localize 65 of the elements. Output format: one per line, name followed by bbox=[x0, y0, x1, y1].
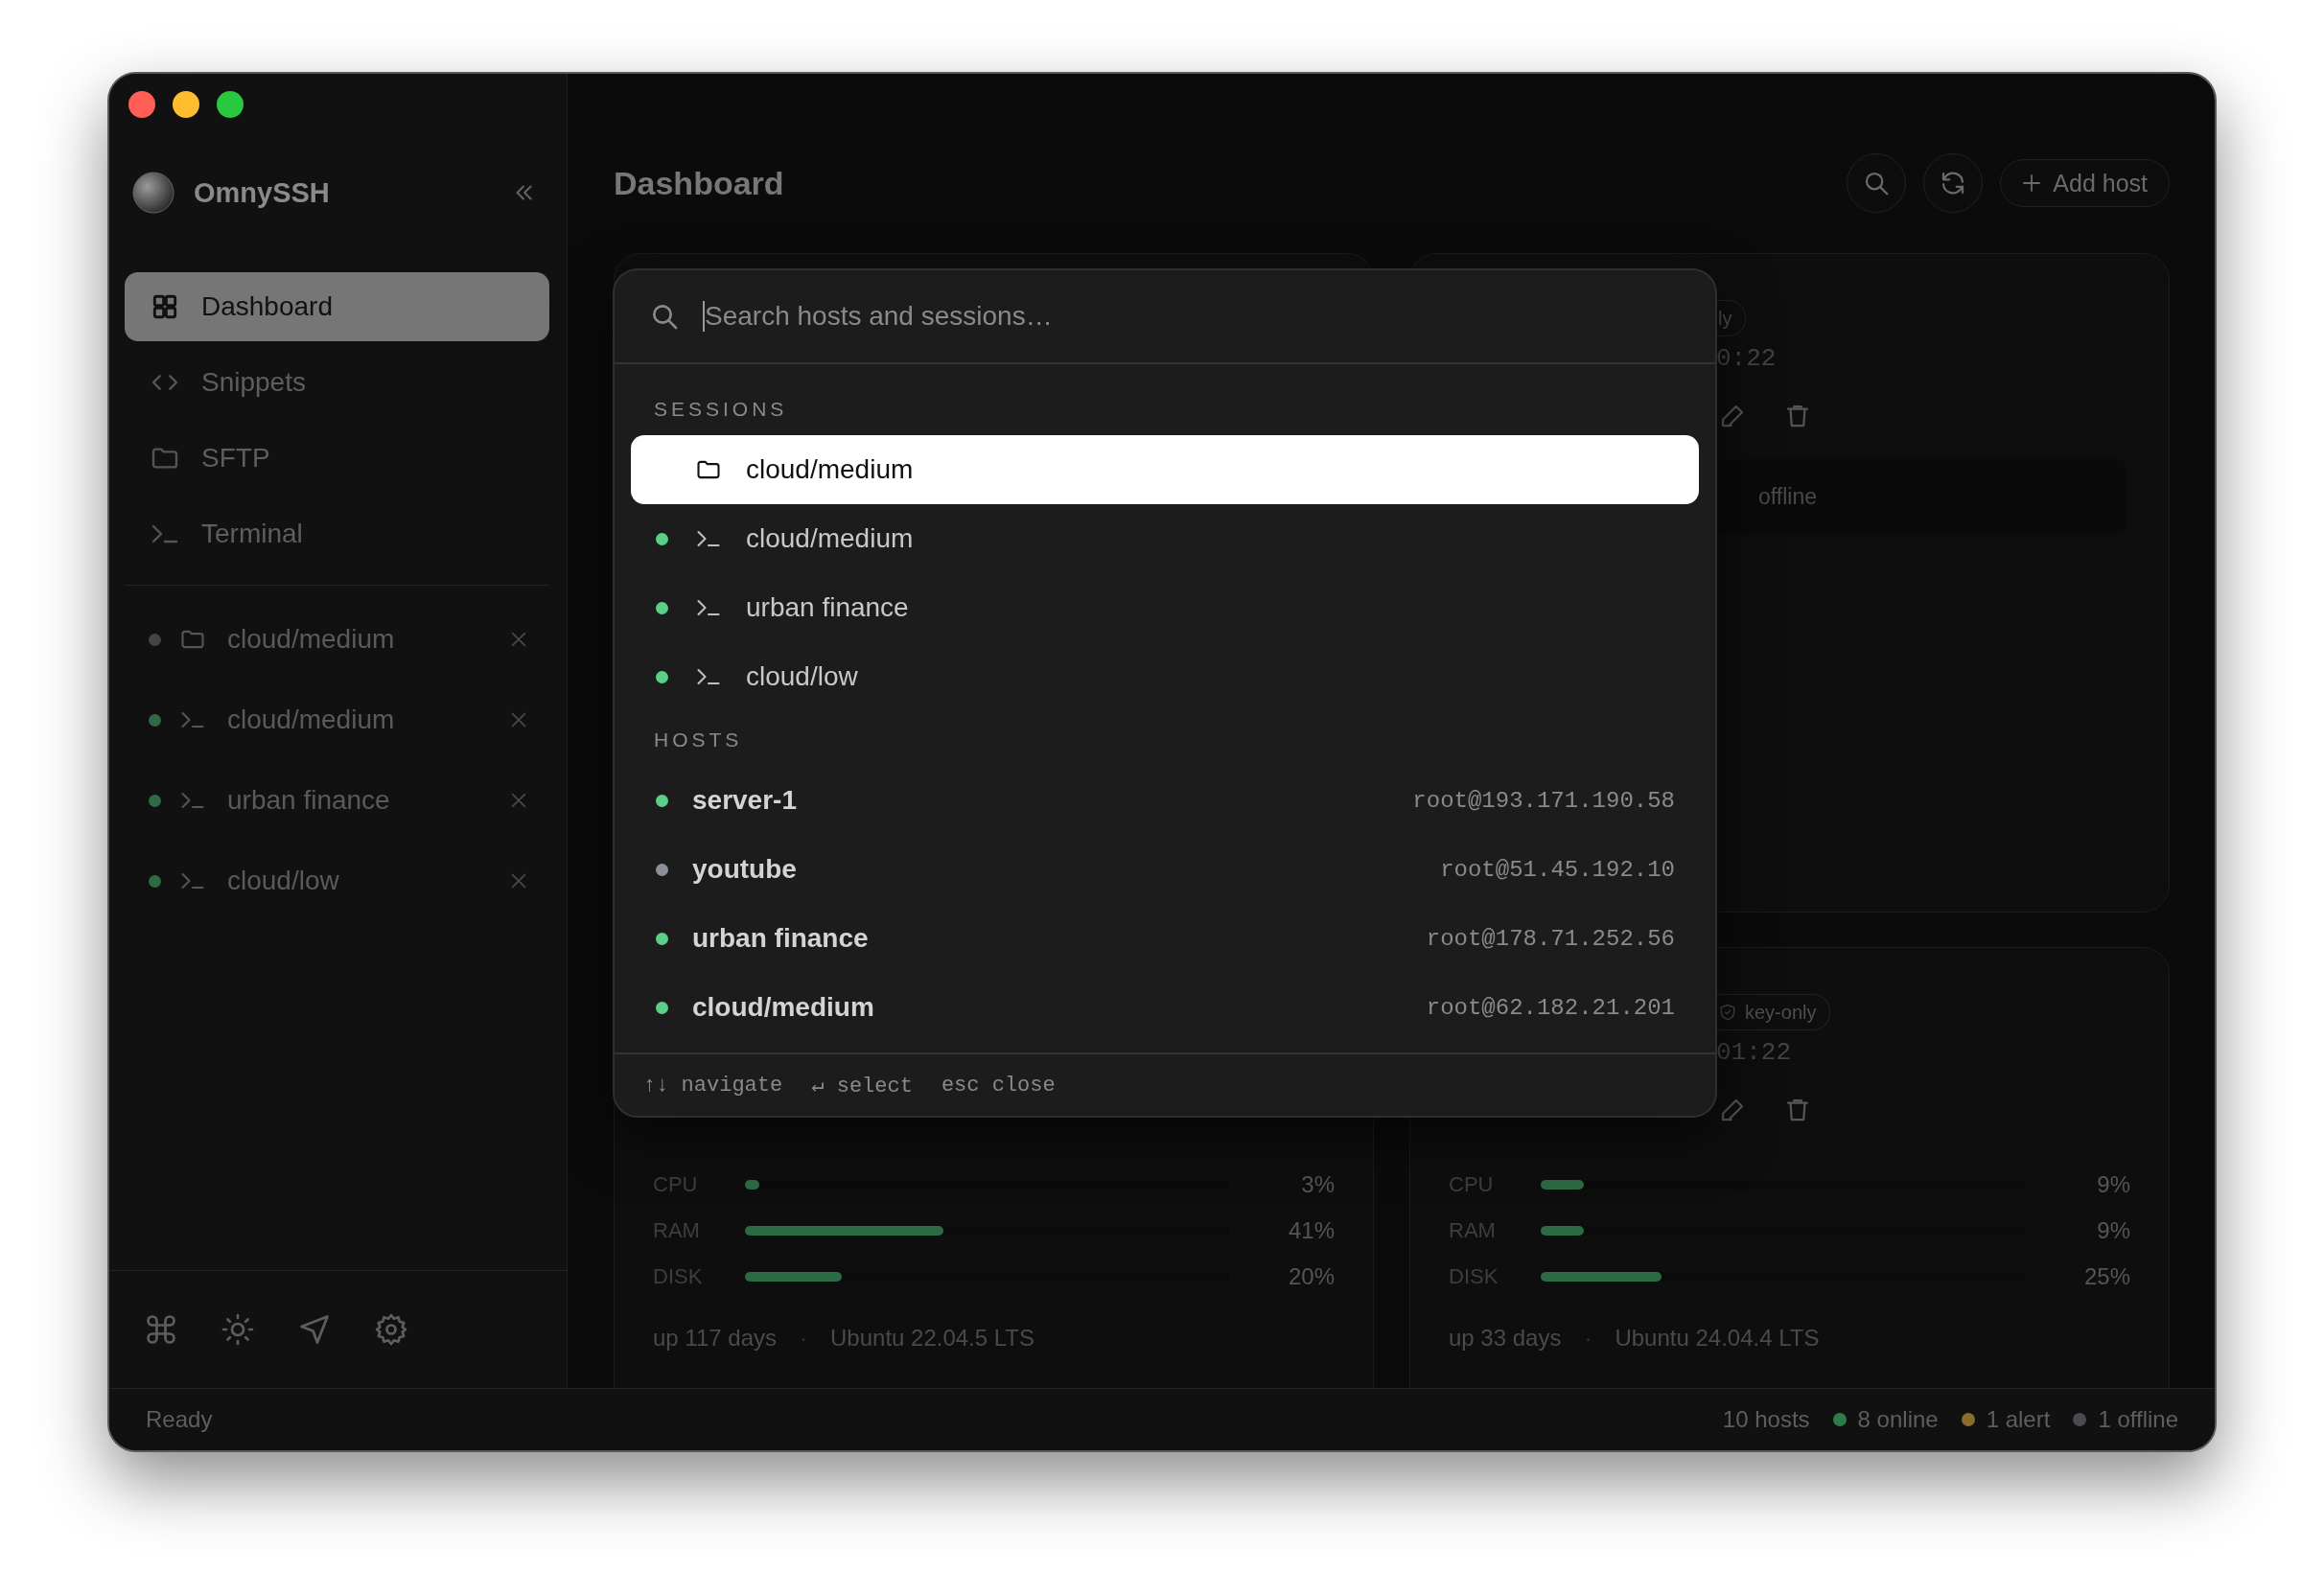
host-address: root@178.71.252.56 bbox=[1426, 925, 1675, 952]
close-window-button[interactable] bbox=[128, 91, 155, 118]
command-icon bbox=[144, 1312, 178, 1347]
result-item[interactable]: cloud/medium root@62.182.21.201 bbox=[631, 973, 1699, 1042]
result-item[interactable]: youtube root@51.45.192.10 bbox=[631, 835, 1699, 904]
add-host-button[interactable]: Add host bbox=[2000, 159, 2170, 207]
result-item[interactable]: cloud/low bbox=[631, 642, 1699, 711]
settings-button[interactable] bbox=[374, 1312, 408, 1347]
host-address: root@193.171.190.58 bbox=[1412, 787, 1675, 814]
theme-button[interactable] bbox=[221, 1312, 255, 1347]
session-name: urban finance bbox=[227, 785, 391, 816]
send-icon bbox=[297, 1312, 332, 1347]
status-panel: offline bbox=[1716, 459, 2126, 534]
metric-value: 25% bbox=[2082, 1263, 2130, 1290]
minimize-window-button[interactable] bbox=[173, 91, 199, 118]
section-label: SESSIONS bbox=[653, 397, 789, 420]
text-cursor bbox=[703, 301, 705, 332]
session-name: cloud/low bbox=[227, 866, 340, 896]
command-button[interactable] bbox=[144, 1312, 178, 1347]
session-name: cloud/medium bbox=[227, 624, 396, 655]
uptime-text: up 33 days bbox=[1449, 1325, 1562, 1352]
shortcut-hint: esc close bbox=[941, 1073, 1056, 1098]
status-text: Ready bbox=[146, 1406, 214, 1433]
metric-value: 41% bbox=[1287, 1217, 1335, 1244]
stat-text: 1 offline bbox=[2098, 1406, 2178, 1433]
shield-icon bbox=[1718, 1003, 1737, 1022]
section-label: HOSTS bbox=[653, 728, 744, 751]
stat-text: 1 alert bbox=[1986, 1406, 2051, 1433]
nav-item[interactable]: SFTP bbox=[125, 424, 549, 493]
send-button[interactable] bbox=[297, 1312, 332, 1347]
logo-icon bbox=[132, 172, 174, 214]
host-address: root@62.182.21.201 bbox=[1426, 994, 1675, 1021]
nav-item[interactable]: Terminal bbox=[125, 499, 549, 568]
result-item[interactable]: cloud/medium bbox=[631, 504, 1699, 573]
shortcut-hint: ↵ select bbox=[811, 1073, 913, 1098]
stat-text: 10 hosts bbox=[1722, 1406, 1810, 1433]
session-tab[interactable]: cloud/low bbox=[125, 841, 549, 921]
settings-icon bbox=[374, 1312, 408, 1347]
result-item[interactable]: urban finance root@178.71.252.56 bbox=[631, 904, 1699, 973]
session-name: cloud/medium bbox=[227, 705, 396, 735]
search-field[interactable]: Search hosts and sessions… bbox=[705, 301, 1715, 332]
uptime-text: up 117 days bbox=[653, 1325, 777, 1352]
separator-dot: · bbox=[1584, 1325, 1592, 1352]
session-tab[interactable]: cloud/medium bbox=[125, 680, 549, 760]
nav-item[interactable]: Snippets bbox=[125, 348, 549, 417]
nav-item[interactable]: Dashboard bbox=[125, 272, 549, 341]
session-tab[interactable]: urban finance bbox=[125, 760, 549, 841]
host-address: root@51.45.192.10 bbox=[1440, 856, 1675, 883]
metric-value: 9% bbox=[2096, 1171, 2130, 1198]
stat-text: 8 online bbox=[1857, 1406, 1939, 1433]
result-item[interactable]: urban finance bbox=[631, 573, 1699, 642]
metric-value: 3% bbox=[1300, 1171, 1335, 1198]
metric-value: 20% bbox=[1287, 1263, 1335, 1290]
os-text: Ubuntu 24.04.4 LTS bbox=[1615, 1325, 1820, 1352]
os-text: Ubuntu 22.04.5 LTS bbox=[830, 1325, 1035, 1352]
sun-icon bbox=[221, 1312, 255, 1347]
result-item[interactable]: cloud/medium bbox=[631, 435, 1699, 504]
app-name: OmnySSH bbox=[194, 176, 331, 209]
separator-dot: · bbox=[800, 1325, 807, 1352]
zoom-window-button[interactable] bbox=[217, 91, 244, 118]
metric-value: 9% bbox=[2096, 1217, 2130, 1244]
result-item[interactable]: server-1 root@193.171.190.58 bbox=[631, 766, 1699, 835]
session-tab[interactable]: cloud/medium bbox=[125, 599, 549, 680]
page-title: Dashboard bbox=[614, 164, 785, 202]
shortcut-hint: ↑↓ navigate bbox=[643, 1073, 783, 1098]
